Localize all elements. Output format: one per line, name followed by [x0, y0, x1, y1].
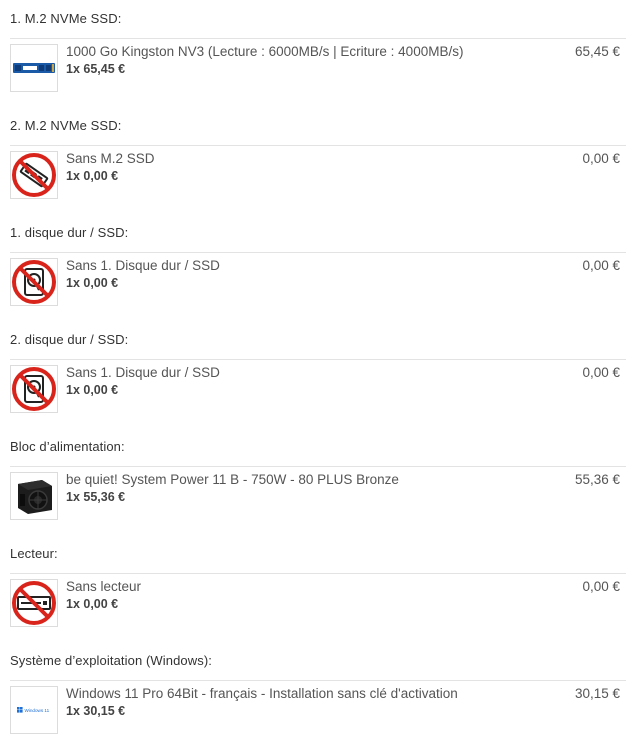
component-row: Sans lecteur 1x 0,00 € 0,00 € [10, 573, 626, 630]
section-optical-drive: Lecteur: Sans lecteur 1x 0,00 € 0,00 € [0, 535, 638, 642]
component-price: 55,36 € [574, 472, 620, 487]
configuration-summary-list: 1. M.2 NVMe SSD: 1000 Go Kingston NV3 (L… [0, 0, 638, 749]
section-operating-system: Système d’exploitation (Windows): Window… [0, 642, 638, 749]
component-name: Sans M.2 SSD [66, 151, 155, 166]
component-row: be quiet! System Power 11 B - 750W - 80 … [10, 466, 626, 523]
section-title: 1. disque dur / SSD: [10, 225, 129, 240]
component-quantity-price: 1x 55,36 € [66, 490, 126, 504]
no-hard-disk-icon [10, 365, 58, 413]
section-title: Bloc d’alimentation: [10, 439, 125, 454]
section-title: Système d’exploitation (Windows): [10, 653, 212, 668]
section-title: Lecteur: [10, 546, 58, 561]
component-name: be quiet! System Power 11 B - 750W - 80 … [66, 472, 399, 487]
component-quantity-price: 1x 0,00 € [66, 276, 119, 290]
component-row: 1000 Go Kingston NV3 (Lecture : 6000MB/s… [10, 38, 626, 95]
component-name: Sans 1. Disque dur / SSD [66, 258, 220, 273]
component-quantity-price: 1x 65,45 € [66, 62, 126, 76]
section-hdd-ssd-2: 2. disque dur / SSD: Sans 1. Disque dur … [0, 321, 638, 428]
component-row: Windows 11 Windows 11 Pro 64Bit - frança… [10, 680, 626, 737]
ssd-m2-photo-icon [10, 44, 58, 92]
section-title: 2. M.2 NVMe SSD: [10, 118, 122, 133]
component-quantity-price: 1x 0,00 € [66, 383, 119, 397]
windows-11-box-icon: Windows 11 [10, 686, 58, 734]
component-price: 0,00 € [582, 365, 620, 380]
no-optical-drive-icon [10, 579, 58, 627]
component-quantity-price: 1x 0,00 € [66, 169, 119, 183]
section-power-supply: Bloc d’alimentation: be quiet! System Po… [0, 428, 638, 535]
component-row: Sans 1. Disque dur / SSD 1x 0,00 € 0,00 … [10, 252, 626, 309]
no-m2-ssd-icon [10, 151, 58, 199]
component-row: Sans 1. Disque dur / SSD 1x 0,00 € 0,00 … [10, 359, 626, 416]
power-supply-photo-icon [10, 472, 58, 520]
windows-box-caption: Windows 11 [25, 708, 50, 713]
component-price: 0,00 € [582, 258, 620, 273]
component-name: Windows 11 Pro 64Bit - français - Instal… [66, 686, 458, 701]
component-quantity-price: 1x 30,15 € [66, 704, 126, 718]
component-price: 0,00 € [582, 579, 620, 594]
component-quantity-price: 1x 0,00 € [66, 597, 119, 611]
component-row: Sans M.2 SSD 1x 0,00 € 0,00 € [10, 145, 626, 202]
component-name: 1000 Go Kingston NV3 (Lecture : 6000MB/s… [66, 44, 464, 59]
section-hdd-ssd-1: 1. disque dur / SSD: Sans 1. Disque dur … [0, 214, 638, 321]
component-price: 30,15 € [574, 686, 620, 701]
component-price: 65,45 € [574, 44, 620, 59]
no-hard-disk-icon [10, 258, 58, 306]
section-title: 2. disque dur / SSD: [10, 332, 129, 347]
section-m2-ssd-2: 2. M.2 NVMe SSD: Sans M.2 SSD 1x 0,00 € … [0, 107, 638, 214]
component-name: Sans lecteur [66, 579, 142, 594]
section-title: 1. M.2 NVMe SSD: [10, 11, 122, 26]
component-price: 0,00 € [582, 151, 620, 166]
component-name: Sans 1. Disque dur / SSD [66, 365, 220, 380]
section-m2-ssd-1: 1. M.2 NVMe SSD: 1000 Go Kingston NV3 (L… [0, 0, 638, 107]
